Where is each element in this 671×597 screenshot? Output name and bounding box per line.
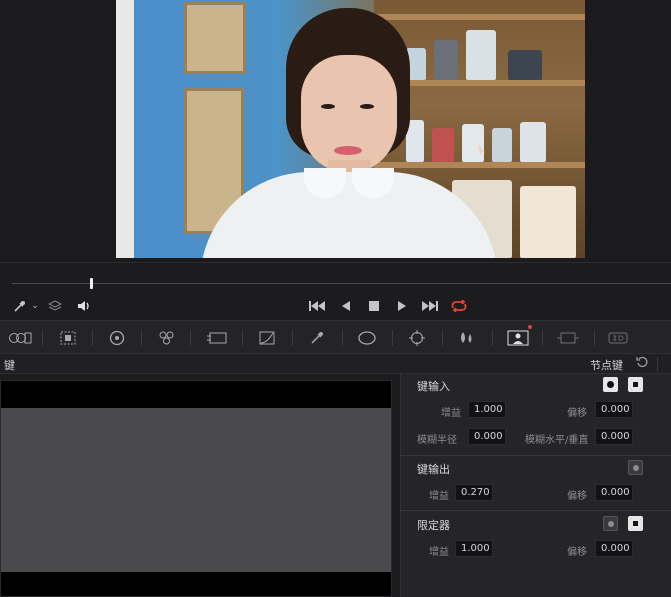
timeline-scrubber[interactable] xyxy=(0,262,671,292)
key-input-title: 键输入 xyxy=(417,380,450,393)
qualifier-offset-label: 偏移 xyxy=(567,547,587,558)
frame-wall-left xyxy=(116,0,134,258)
frame-poster xyxy=(184,2,246,74)
3d-icon[interactable] xyxy=(606,329,630,347)
skip-back-icon[interactable] xyxy=(307,297,327,315)
qualifier-title: 限定器 xyxy=(417,519,450,532)
color-wheels-icon[interactable] xyxy=(106,329,128,347)
blur-icon[interactable] xyxy=(456,329,478,347)
scrubber-track[interactable] xyxy=(12,283,671,284)
frame-eye xyxy=(321,104,335,109)
frame-bottle xyxy=(432,128,454,162)
section-divider xyxy=(401,455,671,456)
key-preview xyxy=(0,380,392,597)
key-settings-panel: 键输入 增益 1.000 偏移 0.000 模糊半径 0.000 模糊水平/垂直… xyxy=(400,374,671,597)
qualifier-gain-field[interactable]: 1.000 xyxy=(455,540,493,557)
chevron-down-icon[interactable]: ⌄ xyxy=(29,297,41,315)
frame-person-face xyxy=(301,55,397,173)
palette-divider xyxy=(492,330,493,346)
curves-icon[interactable] xyxy=(256,329,278,347)
frame-bottle xyxy=(462,124,484,162)
palette-divider xyxy=(292,330,293,346)
stop-icon[interactable] xyxy=(366,297,382,315)
palette-divider xyxy=(392,330,393,346)
play-icon[interactable] xyxy=(394,297,410,315)
key-output-gain-label: 增益 xyxy=(429,491,449,502)
palette-divider xyxy=(542,330,543,346)
speaker-icon[interactable] xyxy=(75,297,93,315)
frame-bottle xyxy=(434,40,458,80)
palette-divider xyxy=(594,330,595,346)
frame-eye xyxy=(360,104,374,109)
frame-bottle xyxy=(508,50,542,80)
key-icon[interactable] xyxy=(506,329,530,347)
qualifier-offset-field[interactable]: 0.000 xyxy=(595,540,633,557)
playhead[interactable] xyxy=(90,278,93,289)
frame-book xyxy=(520,186,576,258)
palette-divider xyxy=(242,330,243,346)
active-indicator xyxy=(528,325,532,329)
skip-forward-icon[interactable] xyxy=(420,297,440,315)
blur-radius-field[interactable]: 0.000 xyxy=(468,428,506,445)
transport-bar: ⌄ xyxy=(0,292,671,320)
key-preview-panel xyxy=(0,374,398,597)
video-frame[interactable] xyxy=(116,0,585,258)
palette-toolbar xyxy=(0,320,671,354)
key-panel-header: 键 节点键 xyxy=(0,354,671,374)
palette-divider xyxy=(190,330,191,346)
key-input-offset-label: 偏移 xyxy=(567,408,587,419)
key-output-offset-label: 偏移 xyxy=(567,491,587,502)
loop-icon[interactable] xyxy=(448,297,470,315)
qualifier-invert-icon[interactable] xyxy=(628,516,643,531)
frame-lips xyxy=(334,146,362,155)
blur-radius-label: 模糊半径 xyxy=(417,435,457,446)
color-match-icon[interactable] xyxy=(57,329,79,347)
reset-icon[interactable] xyxy=(636,356,648,371)
key-input-gain-field[interactable]: 1.000 xyxy=(468,401,506,418)
palette-divider xyxy=(141,330,142,346)
key-input-offset-field[interactable]: 0.000 xyxy=(595,401,633,418)
motion-effects-icon[interactable] xyxy=(206,329,228,347)
palette-divider xyxy=(342,330,343,346)
node-key-label: 节点键 xyxy=(590,359,623,372)
blur-hv-field[interactable]: 0.000 xyxy=(595,428,633,445)
panel-title: 键 xyxy=(4,359,15,372)
eyedropper-icon[interactable] xyxy=(10,297,28,315)
header-divider xyxy=(657,357,658,371)
key-matte xyxy=(1,408,391,572)
camera-raw-icon[interactable] xyxy=(6,329,34,347)
viewer[interactable] xyxy=(0,0,671,262)
frame-shelf-board xyxy=(374,162,585,168)
section-divider xyxy=(401,510,671,511)
key-output-title: 键输出 xyxy=(417,463,450,476)
key-output-offset-field[interactable]: 0.000 xyxy=(595,484,633,501)
qualifier-gain-label: 增益 xyxy=(429,547,449,558)
frame-bottle xyxy=(520,122,546,162)
key-input-gain-label: 增益 xyxy=(441,408,461,419)
key-output-gain-field[interactable]: 0.270 xyxy=(455,484,493,501)
key-output-invert-icon[interactable] xyxy=(628,460,643,475)
palette-divider xyxy=(92,330,93,346)
qualifier-icon[interactable] xyxy=(306,329,328,347)
sizing-icon[interactable] xyxy=(556,329,580,347)
key-input-mask-icon[interactable] xyxy=(603,377,618,392)
palette-divider xyxy=(442,330,443,346)
tracker-icon[interactable] xyxy=(406,329,428,347)
blur-hv-label: 模糊水平/垂直 xyxy=(525,435,589,446)
frame-bottle xyxy=(492,128,512,162)
key-input-invert-icon[interactable] xyxy=(628,377,643,392)
layers-icon[interactable] xyxy=(46,297,64,315)
frame-shelf-board xyxy=(374,14,585,20)
palette-divider xyxy=(42,330,43,346)
qualifier-mask-icon[interactable] xyxy=(603,516,618,531)
frame-bottle xyxy=(466,30,496,80)
rgb-mixer-icon[interactable] xyxy=(156,329,178,347)
window-icon[interactable] xyxy=(356,329,378,347)
play-reverse-icon[interactable] xyxy=(338,297,354,315)
